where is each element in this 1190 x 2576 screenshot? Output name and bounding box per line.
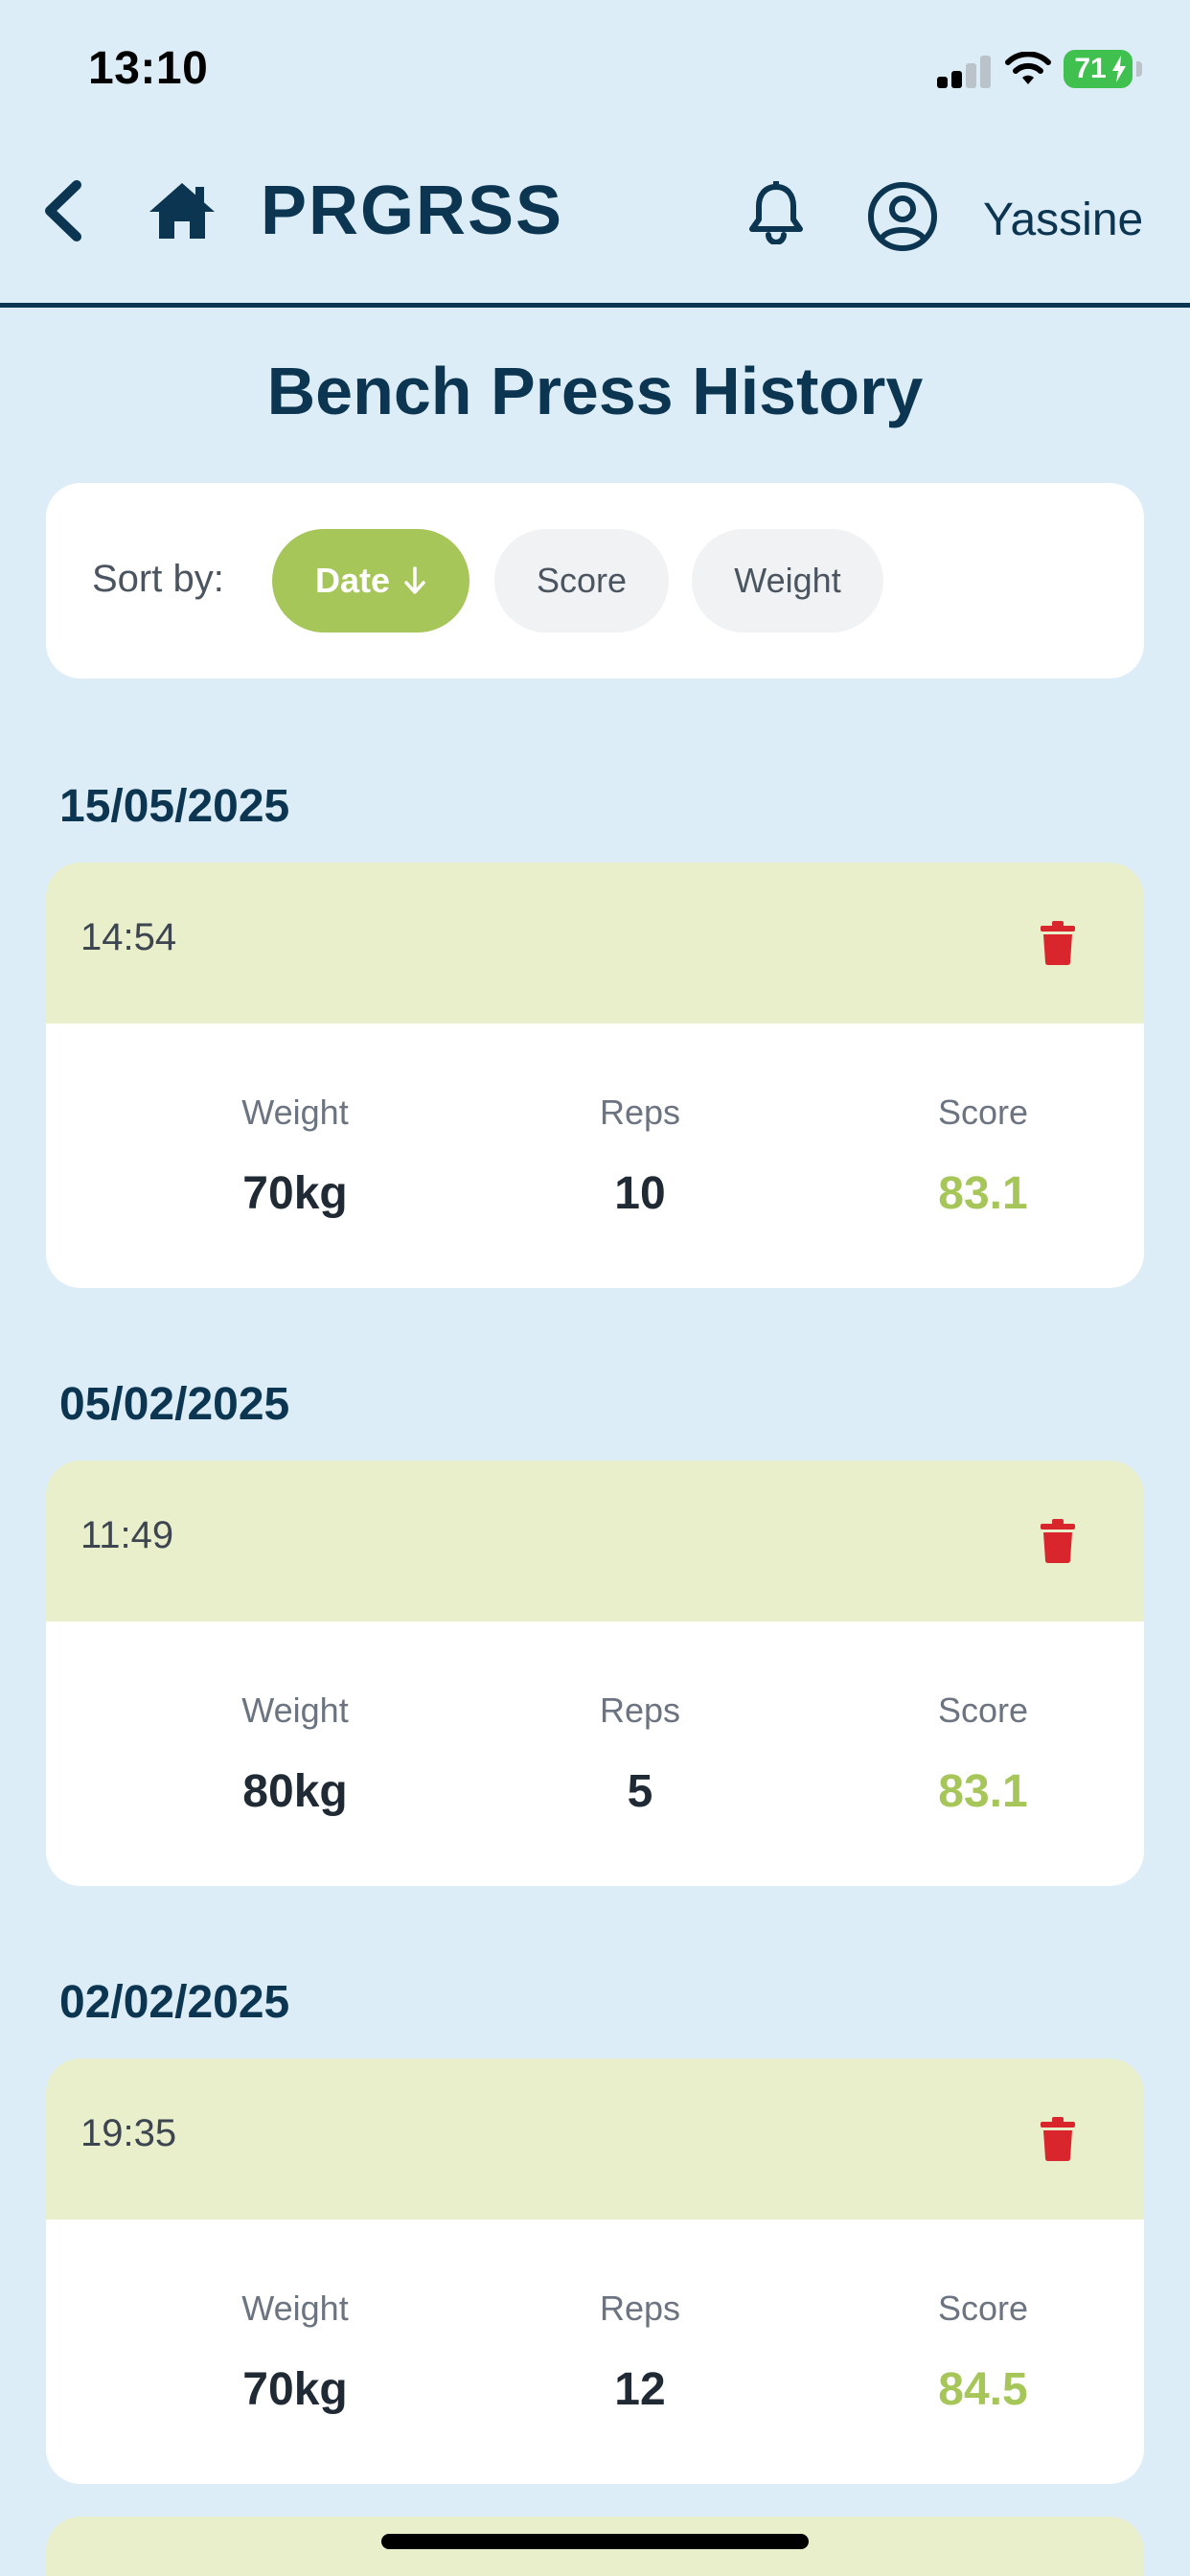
sort-label: Sort by: <box>92 558 224 600</box>
chevron-left-icon <box>45 180 81 242</box>
stat-weight: Weight 70kg <box>123 1092 468 1220</box>
header-divider <box>0 303 1190 308</box>
session-time: 14:54 <box>80 916 177 958</box>
arrow-down-icon <box>404 566 425 594</box>
home-button[interactable] <box>142 172 222 249</box>
reps-label: Reps <box>599 1690 681 1730</box>
session-card-header: 11:49 <box>46 1460 1144 1622</box>
profile-button[interactable] <box>860 174 945 259</box>
screen: 13:10 71 PRGRSS Yassine Bench Press Hist… <box>0 0 1190 2576</box>
sort-date-label: Date <box>314 561 391 600</box>
delete-session-button[interactable] <box>1035 918 1081 968</box>
session-card[interactable]: 11:49 Weight 80kg Reps 5 Score 83.1 <box>46 1460 1144 1886</box>
weight-value: 70kg <box>242 1168 348 1219</box>
trash-icon <box>1041 2117 1075 2161</box>
username[interactable]: Yassine <box>983 182 1143 259</box>
weight-label: Weight <box>241 1092 349 1132</box>
charging-bolt-icon <box>1112 56 1126 82</box>
score-label: Score <box>937 2288 1029 2328</box>
stat-score: Score 84.5 <box>811 2288 1144 2416</box>
reps-value: 5 <box>627 1766 653 1817</box>
session-card[interactable]: 19:35 Weight 70kg Reps 12 Score 84.5 <box>46 2058 1144 2484</box>
notifications-button[interactable] <box>738 174 814 251</box>
sort-weight-label: Weight <box>734 561 841 600</box>
session-card[interactable]: 14:54 Weight 70kg Reps 10 Score 83.1 <box>46 862 1144 1288</box>
app-header: PRGRSS Yassine <box>0 134 1190 308</box>
delete-session-button[interactable] <box>1035 1516 1081 1566</box>
bell-icon <box>749 181 803 244</box>
stat-score: Score 83.1 <box>811 1092 1144 1220</box>
sort-weight-button[interactable]: Weight <box>692 529 883 632</box>
weight-label: Weight <box>241 2288 349 2328</box>
session-date: 05/02/2025 <box>59 1379 290 1430</box>
wifi-icon <box>1005 52 1051 84</box>
session-date: 02/02/2025 <box>59 1977 290 2028</box>
trash-icon <box>1041 921 1075 965</box>
session-card-header: 19:35 <box>46 2058 1144 2220</box>
session-time: 19:35 <box>80 2112 177 2154</box>
sort-panel: Sort by: Date Score Weight <box>46 483 1144 678</box>
score-value: 83.1 <box>938 1168 1028 1219</box>
reps-label: Reps <box>599 2288 681 2328</box>
delete-session-button[interactable] <box>1035 2114 1081 2164</box>
cellular-signal-icon <box>937 56 991 88</box>
session-time: 11:49 <box>80 1514 174 1556</box>
stat-reps: Reps 5 <box>468 1690 812 1818</box>
stat-reps: Reps 12 <box>468 2288 812 2416</box>
weight-label: Weight <box>241 1690 349 1730</box>
back-button[interactable] <box>29 172 96 249</box>
sort-date-button[interactable]: Date <box>272 529 469 632</box>
score-value: 83.1 <box>938 1766 1028 1817</box>
sort-score-label: Score <box>536 561 628 600</box>
home-indicator[interactable] <box>381 2534 809 2549</box>
stat-reps: Reps 10 <box>468 1092 812 1220</box>
reps-label: Reps <box>599 1092 681 1132</box>
status-bar: 13:10 71 <box>0 0 1190 134</box>
trash-icon <box>1041 1519 1075 1563</box>
page-title: Bench Press History <box>266 354 924 428</box>
reps-value: 10 <box>614 1168 666 1219</box>
battery-cap <box>1136 61 1142 77</box>
stat-weight: Weight 70kg <box>123 2288 468 2416</box>
home-icon <box>149 183 215 239</box>
battery-icon: 71 <box>1064 50 1133 88</box>
reps-value: 12 <box>614 2364 666 2415</box>
user-circle-icon <box>868 182 937 251</box>
score-value: 84.5 <box>938 2364 1028 2415</box>
app-brand: PRGRSS <box>261 172 564 249</box>
battery-level: 71 <box>1074 53 1107 84</box>
session-date: 15/05/2025 <box>59 781 290 832</box>
sort-score-button[interactable]: Score <box>494 529 669 632</box>
session-card-header: 14:54 <box>46 862 1144 1024</box>
score-label: Score <box>937 1092 1029 1132</box>
weight-value: 80kg <box>242 1766 348 1817</box>
status-time: 13:10 <box>88 43 209 94</box>
weight-value: 70kg <box>242 2364 348 2415</box>
stat-score: Score 83.1 <box>811 1690 1144 1818</box>
stat-weight: Weight 80kg <box>123 1690 468 1818</box>
score-label: Score <box>937 1690 1029 1730</box>
